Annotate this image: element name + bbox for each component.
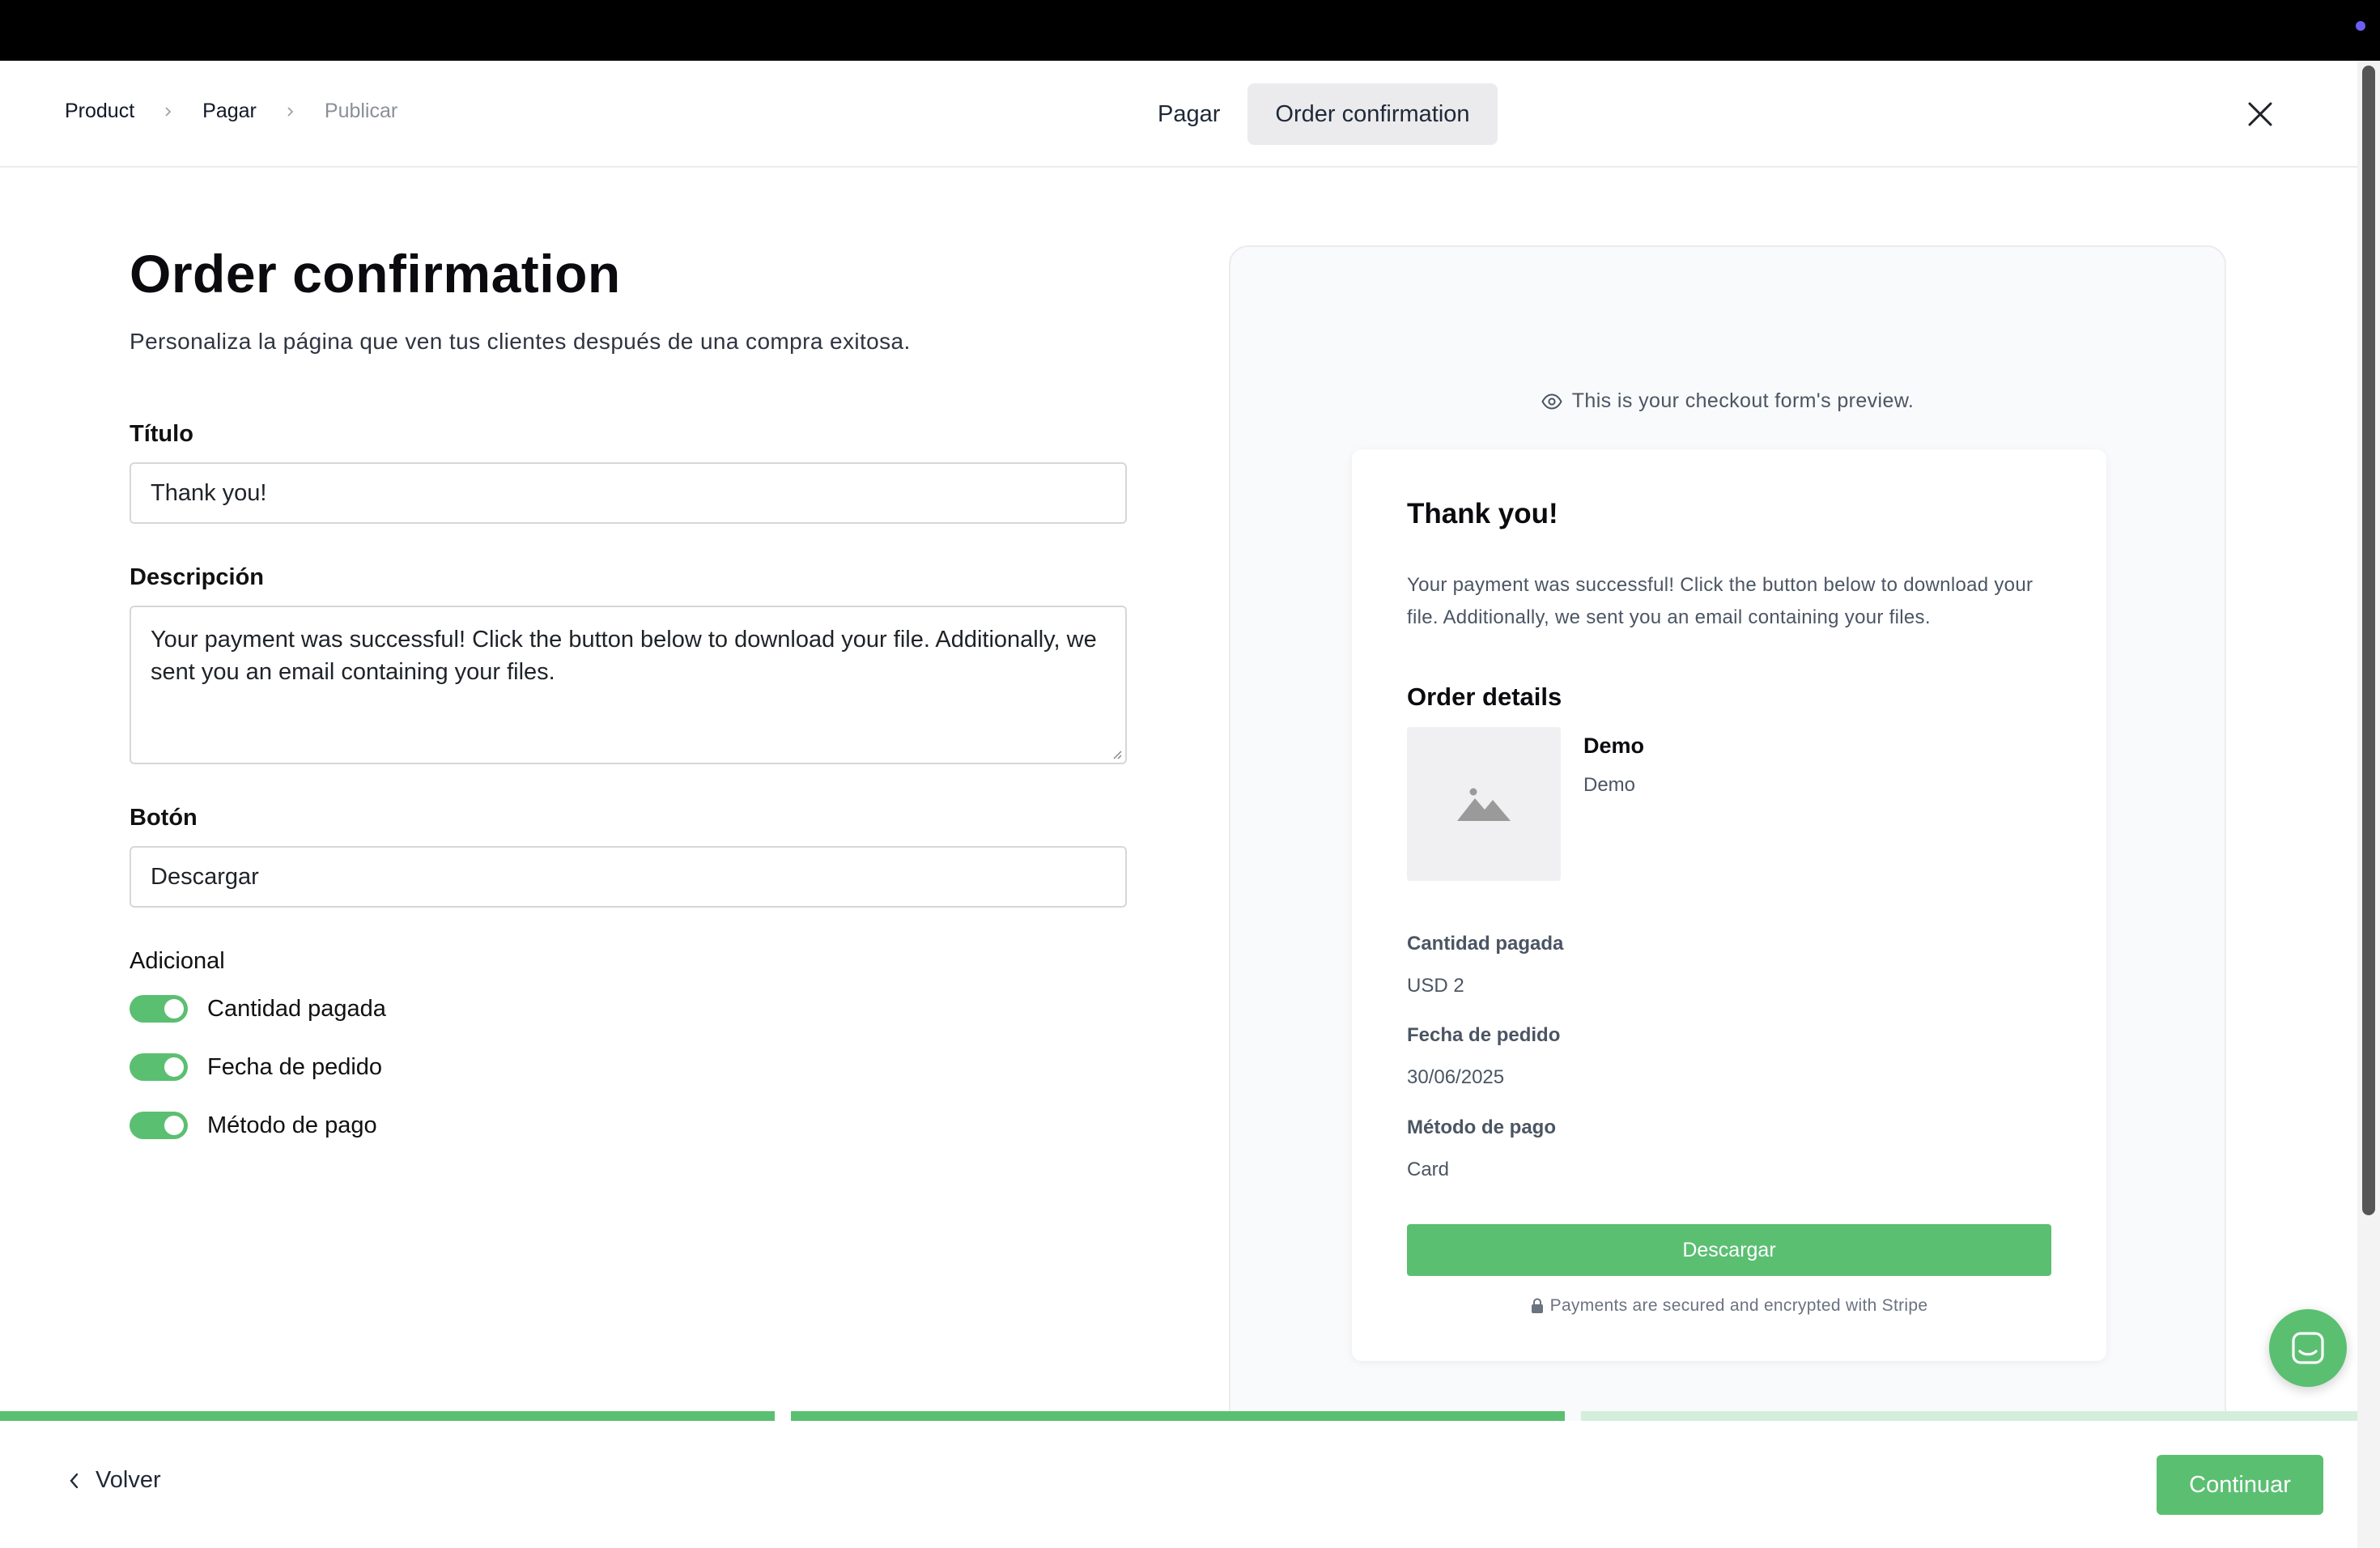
button-field-label: Botón [130, 805, 198, 831]
confirmation-card: Thank you! Your payment was successful! … [1352, 449, 2106, 1361]
scrollbar[interactable] [2357, 61, 2380, 1548]
header: Product Pagar Publicar Pagar Order confi… [0, 61, 2357, 168]
amount-paid-block: Cantidad pagada USD 2 [1407, 933, 1563, 997]
order-details-heading: Order details [1407, 683, 1562, 711]
progress-segment-pending [1581, 1411, 2357, 1421]
payment-method-block: Método de pago Card [1407, 1116, 1556, 1181]
secure-note-text: Payments are secured and encrypted with … [1549, 1296, 1928, 1315]
product-name: Demo [1583, 734, 1645, 758]
scrollbar-thumb[interactable] [2362, 66, 2375, 1215]
description-field-label: Descripción [130, 564, 264, 590]
button-field-group: Botón Descargar [130, 805, 1127, 908]
back-button-label: Volver [96, 1467, 161, 1493]
preview-note: This is your checkout form's preview. [1230, 389, 2225, 413]
button-text-input[interactable]: Descargar [130, 846, 1127, 908]
page-title: Order confirmation [130, 244, 621, 304]
product-thumbnail [1407, 727, 1561, 881]
toggle-label: Método de pago [207, 1112, 377, 1138]
breadcrumb-item-publicar[interactable]: Publicar [325, 100, 397, 123]
breadcrumb-item-pagar[interactable]: Pagar [202, 100, 257, 123]
tab-pagar[interactable]: Pagar [1130, 83, 1247, 145]
download-button[interactable]: Descargar [1407, 1224, 2051, 1276]
progress-segment-complete [0, 1411, 775, 1421]
progress-segment-complete [791, 1411, 1565, 1421]
description-textarea[interactable]: Your payment was successful! Click the b… [130, 606, 1127, 764]
order-date-label: Fecha de pedido [1407, 1024, 1561, 1046]
toggle-label: Cantidad pagada [207, 995, 386, 1022]
eye-icon [1541, 393, 1562, 410]
amount-paid-label: Cantidad pagada [1407, 933, 1564, 955]
step-progress-bar [0, 1411, 2357, 1421]
toggle-knob [164, 999, 184, 1019]
description-textarea-value: Your payment was successful! Click the b… [151, 627, 1097, 685]
settings-form: Order confirmation Personaliza la página… [130, 243, 1127, 1155]
toggle-metodo-de-pago[interactable] [130, 1112, 188, 1139]
toggle-row-date: Fecha de pedido [130, 1038, 1127, 1096]
order-date-value: 30/06/2025 [1407, 1066, 1505, 1088]
image-placeholder-icon [1457, 788, 1511, 821]
tab-order-confirmation[interactable]: Order confirmation [1247, 83, 1498, 145]
status-dot-icon [2356, 21, 2365, 31]
payment-method-label: Método de pago [1407, 1116, 1556, 1138]
chat-launcher-button[interactable] [2269, 1309, 2347, 1387]
chevron-right-icon [283, 104, 299, 120]
additional-label: Adicional [130, 948, 225, 974]
product-description: Demo [1583, 774, 1636, 796]
description-field-group: Descripción Your payment was successful!… [130, 564, 1127, 764]
payment-method-value: Card [1407, 1159, 1450, 1180]
card-title: Thank you! [1407, 498, 1558, 529]
page-subtitle: Personaliza la página que ven tus client… [130, 329, 911, 354]
toggle-label: Fecha de pedido [207, 1053, 383, 1080]
card-description: Your payment was successful! Click the b… [1407, 574, 2034, 628]
footer [0, 1421, 2357, 1548]
toggle-row-amount: Cantidad pagada [130, 980, 1127, 1038]
toggle-cantidad-pagada[interactable] [130, 995, 188, 1023]
toggle-row-method: Método de pago [130, 1096, 1127, 1155]
close-button[interactable] [2241, 95, 2280, 134]
toggle-knob [164, 1116, 184, 1135]
title-input[interactable]: Thank you! [130, 462, 1127, 524]
breadcrumb-item-product[interactable]: Product [65, 100, 134, 123]
title-field-label: Título [130, 421, 193, 447]
chevron-right-icon [160, 104, 176, 120]
toggle-fecha-de-pedido[interactable] [130, 1053, 188, 1081]
chat-icon [2292, 1332, 2324, 1364]
checkout-preview-panel: This is your checkout form's preview. Th… [1229, 245, 2226, 1541]
order-date-block: Fecha de pedido 30/06/2025 [1407, 1024, 1560, 1089]
amount-paid-value: USD 2 [1407, 975, 1464, 997]
chevron-left-icon [70, 1473, 79, 1488]
secure-note: Payments are secured and encrypted with … [1352, 1296, 2106, 1316]
continue-button[interactable]: Continuar [2157, 1455, 2323, 1515]
lock-icon [1531, 1298, 1543, 1313]
step-tabs: Pagar Order confirmation [1130, 83, 1498, 145]
toggle-knob [164, 1057, 184, 1077]
breadcrumb: Product Pagar Publicar [65, 100, 397, 123]
resize-grip-icon[interactable] [1111, 748, 1122, 759]
window-title-bar [0, 0, 2380, 61]
title-field-group: Título Thank you! [130, 421, 1127, 524]
back-button[interactable]: Volver [68, 1467, 161, 1494]
additional-group: Adicional Cantidad pagada Fecha de pedid… [130, 948, 1127, 1155]
close-icon [2248, 102, 2272, 126]
preview-note-text: This is your checkout form's preview. [1571, 389, 1915, 412]
